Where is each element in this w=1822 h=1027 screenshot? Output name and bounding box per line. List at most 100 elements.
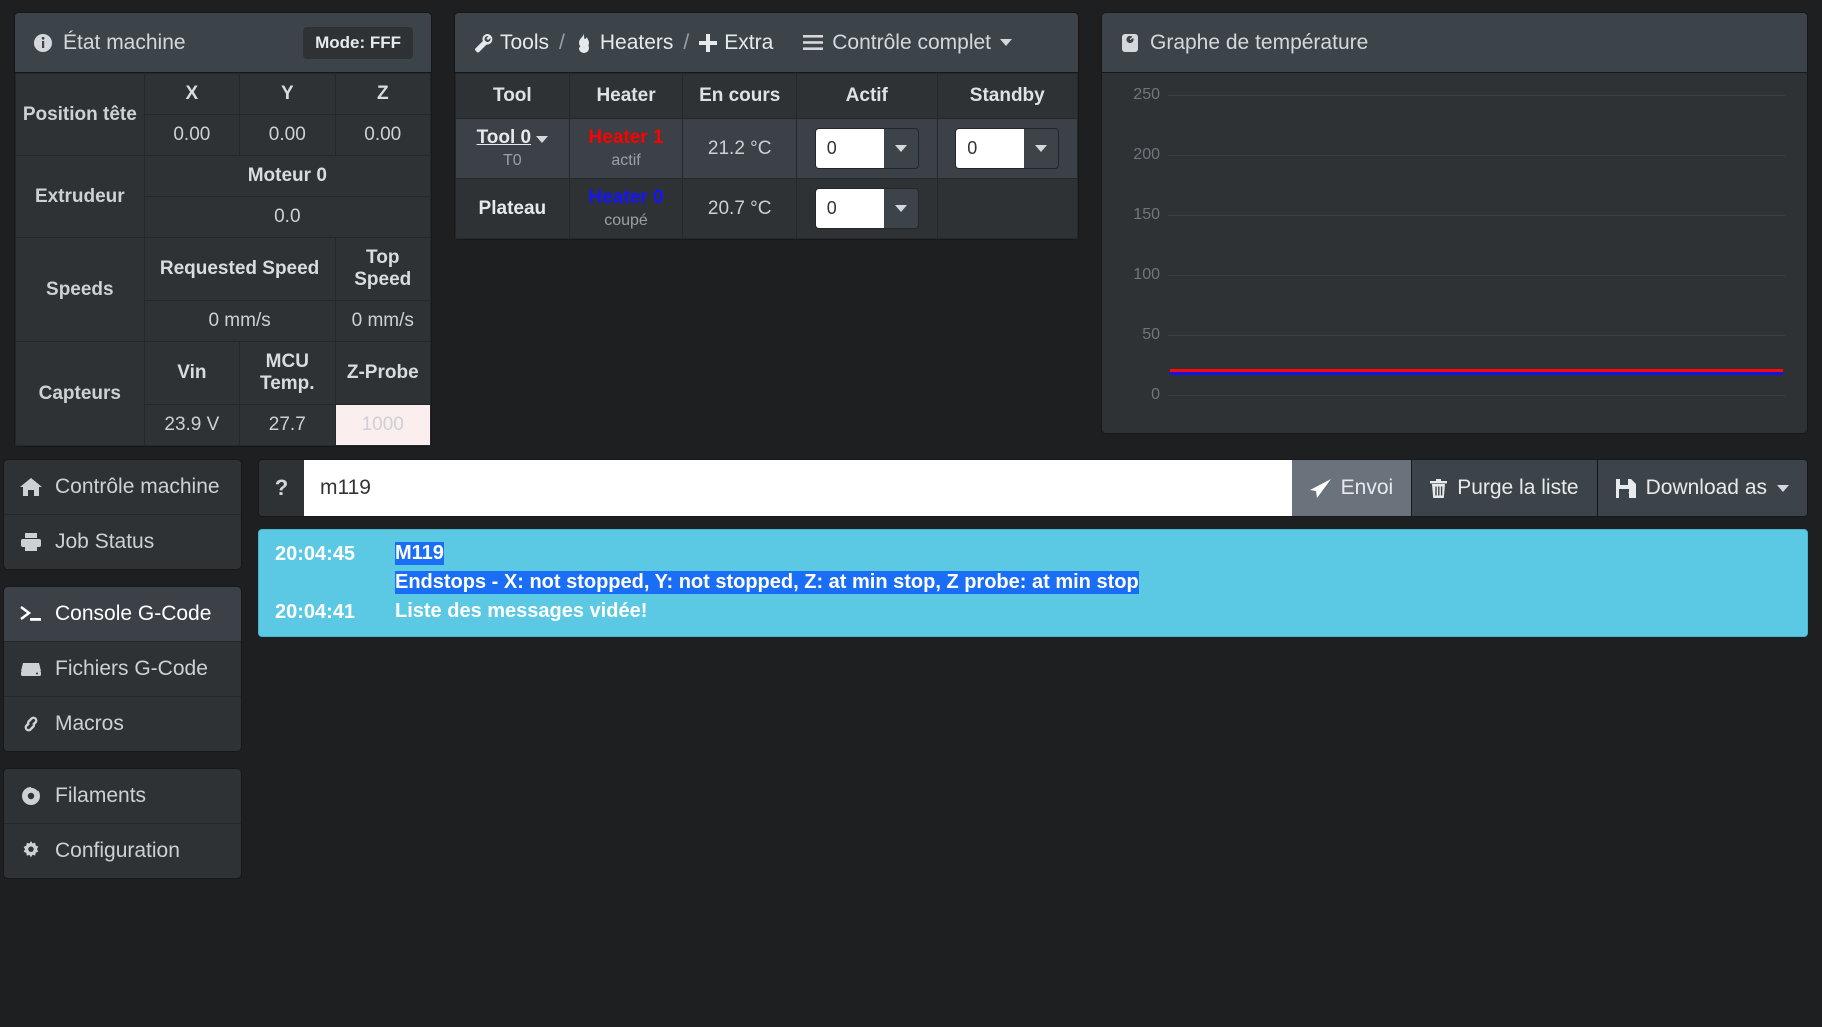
active-temp-spinner[interactable] bbox=[814, 128, 919, 169]
table-row: Extrudeur Moteur 0 bbox=[15, 155, 432, 238]
drive-icon bbox=[20, 659, 42, 679]
temperature-chart[interactable]: 250 200 150 100 50 0 bbox=[1102, 73, 1807, 433]
series-line-heater0 bbox=[1170, 372, 1783, 375]
log-message: Endstops - X: not stopped, Y: not stoppe… bbox=[395, 571, 1139, 594]
machine-status-panel: État machine Mode: FFF Position tête X Y… bbox=[14, 12, 432, 447]
chevron-down-icon bbox=[894, 145, 907, 152]
tool-subtitle: T0 bbox=[503, 152, 522, 169]
trash-icon bbox=[1430, 478, 1448, 498]
standby-temp-input[interactable] bbox=[956, 129, 1025, 168]
speeds-col-requested: Requested Speed bbox=[143, 237, 336, 301]
log-messages: M119 Endstops - X: not stopped, Y: not s… bbox=[395, 542, 1139, 594]
nav-extra[interactable]: Extra bbox=[699, 31, 773, 55]
nav-separator-1: / bbox=[559, 30, 565, 54]
tool-cell[interactable]: Tool 0 T0 bbox=[455, 118, 570, 179]
sensors-value-zprobe: 1000 bbox=[334, 404, 432, 446]
table-row: Capteurs Vin MCU Temp. Z-Probe bbox=[15, 341, 432, 446]
active-temp-dropdown-button[interactable] bbox=[883, 129, 918, 168]
console-log[interactable]: 20:04:45 M119 Endstops - X: not stopped,… bbox=[258, 529, 1808, 637]
sidebar-item-configuration[interactable]: Configuration bbox=[4, 824, 241, 878]
top-panels-row: État machine Mode: FFF Position tête X Y… bbox=[0, 0, 1822, 447]
tools-panel-header: Tools / Heaters / Extra Contrôle complet bbox=[455, 13, 1078, 73]
active-temp-input[interactable] bbox=[815, 129, 884, 168]
tool-cell[interactable]: Plateau bbox=[455, 178, 570, 239]
send-button-label: Envoi bbox=[1340, 476, 1394, 499]
sidebar-item-filaments[interactable]: Filaments bbox=[4, 769, 241, 824]
sidebar-item-label: Configuration bbox=[55, 839, 180, 862]
clear-list-label: Purge la liste bbox=[1457, 476, 1579, 499]
tools-table-header-row: Tool Heater En cours Actif Standby bbox=[455, 73, 1078, 119]
log-message: Liste des messages vidée! bbox=[395, 600, 648, 622]
active-temp-cell bbox=[796, 118, 938, 179]
help-button[interactable]: ? bbox=[258, 459, 304, 517]
sidebar-item-machine-control[interactable]: Contrôle machine bbox=[4, 460, 241, 515]
plus-icon bbox=[699, 33, 718, 52]
gcode-command-input[interactable] bbox=[304, 459, 1292, 517]
heater-name-link[interactable]: Heater 1 bbox=[576, 127, 677, 149]
standby-temp-cell bbox=[936, 118, 1078, 179]
tools-col-current: En cours bbox=[682, 73, 798, 119]
sidebar-item-label: Job Status bbox=[55, 530, 155, 553]
tool-name-link[interactable]: Tool 0 bbox=[477, 127, 532, 148]
machine-status-header: État machine Mode: FFF bbox=[15, 13, 431, 73]
speeds-col-top: Top Speed bbox=[334, 237, 432, 301]
active-temp-spinner[interactable] bbox=[814, 188, 919, 229]
standby-temp-cell bbox=[936, 178, 1078, 239]
heater-cell[interactable]: Heater 1 actif bbox=[568, 118, 684, 179]
log-messages: Liste des messages vidée! bbox=[395, 600, 647, 623]
ytick-250: 250 bbox=[1133, 86, 1160, 103]
tools-col-heater: Heater bbox=[568, 73, 684, 119]
info-circle-icon bbox=[33, 33, 53, 53]
sidebar-item-job-status[interactable]: Job Status bbox=[4, 515, 241, 569]
gridline-50 bbox=[1168, 335, 1785, 336]
sidebar-group-1: Contrôle machine Job Status bbox=[3, 459, 242, 570]
heater-cell[interactable]: Heater 0 coupé bbox=[568, 178, 684, 239]
extruder-label: Extrudeur bbox=[15, 155, 145, 238]
clear-list-button[interactable]: Purge la liste bbox=[1412, 459, 1598, 517]
sidebar-item-label: Console G-Code bbox=[55, 602, 212, 625]
active-temp-dropdown-button[interactable] bbox=[883, 189, 918, 228]
full-control-dropdown[interactable]: Contrôle complet bbox=[803, 31, 1013, 55]
nav-heaters[interactable]: Heaters bbox=[575, 31, 673, 55]
head-position-value-z: 0.00 bbox=[334, 114, 432, 156]
gcode-console: ? Envoi Purge la liste bbox=[248, 459, 1822, 895]
save-download-icon bbox=[1615, 478, 1636, 498]
send-button[interactable]: Envoi bbox=[1291, 459, 1413, 517]
heater-state: actif bbox=[611, 152, 641, 169]
lower-area: Contrôle machine Job Status Console G-Co… bbox=[0, 447, 1822, 895]
speeds-label: Speeds bbox=[15, 237, 145, 342]
gridline-150 bbox=[1168, 215, 1785, 216]
sidebar-group-3: Filaments Configuration bbox=[3, 768, 242, 879]
table-row: Position tête X Y Z bbox=[15, 73, 432, 156]
tools-col-tool: Tool bbox=[455, 73, 570, 119]
sidebar-item-macros[interactable]: Macros bbox=[4, 697, 241, 751]
sensors-value-vin: 23.9 V bbox=[143, 404, 241, 446]
nav-tools[interactable]: Tools bbox=[473, 31, 549, 55]
tools-panel: Tools / Heaters / Extra Contrôle complet… bbox=[454, 12, 1079, 240]
download-as-button[interactable]: Download as bbox=[1597, 459, 1808, 517]
sidebar-item-label: Contrôle machine bbox=[55, 475, 220, 498]
ytick-200: 200 bbox=[1133, 146, 1160, 163]
sidebar-item-label: Filaments bbox=[55, 784, 147, 807]
send-icon bbox=[1309, 478, 1331, 498]
standby-temp-spinner[interactable] bbox=[955, 128, 1060, 169]
active-temp-cell bbox=[796, 178, 938, 239]
heater-current-temp: 21.2 °C bbox=[682, 118, 798, 179]
sidebar-item-gcode-console[interactable]: Console G-Code bbox=[4, 587, 241, 642]
list-item: 20:04:45 M119 Endstops - X: not stopped,… bbox=[275, 542, 1791, 594]
chevron-down-icon bbox=[1777, 484, 1789, 492]
active-temp-input[interactable] bbox=[815, 189, 884, 228]
gridline-0 bbox=[1168, 395, 1785, 396]
speeds-value-requested: 0 mm/s bbox=[143, 300, 336, 342]
standby-temp-dropdown-button[interactable] bbox=[1024, 129, 1059, 168]
ytick-150: 150 bbox=[1133, 206, 1160, 223]
extruder-col-motor0: Moteur 0 bbox=[143, 155, 432, 197]
log-timestamp: 20:04:41 bbox=[275, 601, 356, 623]
hamburger-icon bbox=[803, 35, 824, 50]
printer-icon bbox=[20, 532, 42, 552]
head-position-label: Position tête bbox=[15, 73, 145, 156]
sidebar-item-gcode-files[interactable]: Fichiers G-Code bbox=[4, 642, 241, 697]
heater-name-link[interactable]: Heater 0 bbox=[576, 187, 677, 209]
table-row: Plateau Heater 0 coupé 20.7 °C bbox=[455, 178, 1078, 239]
chevron-down-icon[interactable] bbox=[536, 136, 549, 143]
